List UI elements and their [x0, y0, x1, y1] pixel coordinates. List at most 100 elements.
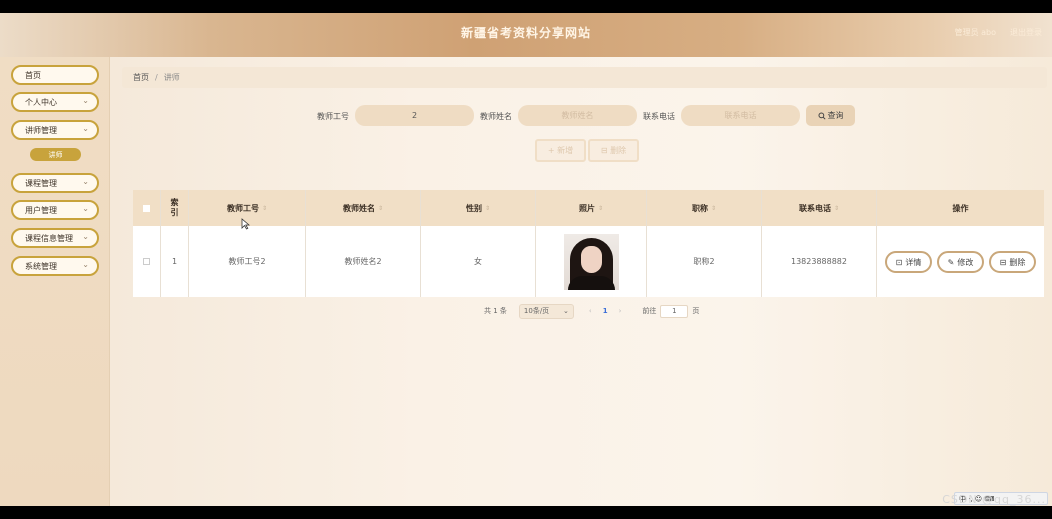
teacher-photo[interactable]: [563, 233, 619, 290]
row-select-cell: [133, 226, 161, 297]
sidebar-item-label: 用户管理: [25, 205, 57, 215]
edit-button[interactable]: ✎ 修改: [937, 251, 984, 273]
search-form: 教师工号 2 教师姓名 教师姓名 联系电话 联系电话 查询: [122, 105, 1047, 127]
sidebar-item-label: 个人中心: [25, 97, 57, 107]
sort-icon: ⇕: [710, 204, 717, 212]
header-user-area: 管理员 abo 退出登录: [955, 27, 1042, 38]
sidebar-item-personal-center[interactable]: 个人中心 ⌄: [11, 92, 99, 112]
sort-icon: ⇕: [261, 204, 268, 212]
sidebar-item-course-management[interactable]: 课程管理 ⌄: [11, 173, 99, 193]
teacher-id-label: 教师工号: [317, 112, 349, 121]
delete-button[interactable]: ⊟ 删除: [588, 139, 639, 162]
select-all-cell: [133, 190, 161, 226]
chevron-down-icon: ⌄: [82, 177, 89, 186]
page-jump-suffix: 页: [692, 307, 700, 315]
sort-icon: ⇕: [377, 204, 384, 212]
chevron-down-icon: ⌄: [563, 307, 569, 315]
logout-link[interactable]: 退出登录: [1010, 27, 1042, 38]
phone-input[interactable]: 联系电话: [681, 105, 800, 126]
page-jump-input[interactable]: 1: [660, 304, 689, 318]
header-teacher-name-label: 教师姓名: [342, 203, 375, 213]
sidebar-item-system-management[interactable]: 系统管理 ⌄: [11, 256, 99, 276]
sidebar-item-label: 课程信息管理: [25, 233, 73, 243]
detail-button-label: 详情: [905, 257, 922, 267]
header-gender[interactable]: 性别 ⇕: [421, 190, 536, 226]
phone-label: 联系电话: [643, 112, 675, 121]
breadcrumb-separator: /: [155, 73, 158, 82]
screen-letterbox-bottom: [0, 506, 1052, 519]
cell-teacher-id: 教师工号2: [189, 226, 306, 297]
add-button[interactable]: + 新增: [535, 139, 586, 162]
cell-photo: [536, 226, 647, 297]
cell-phone: 13823888882: [762, 226, 877, 297]
pagination: 共 1 条 10条/页 ⌄ ‹ 1 › 前往 1 页: [484, 303, 699, 319]
search-icon: [817, 111, 826, 120]
row-delete-button-label: 删除: [1009, 257, 1026, 267]
breadcrumb-current: 讲师: [163, 73, 180, 82]
page-size-value: 10条/页: [523, 307, 550, 315]
photo-body: [567, 275, 615, 290]
cell-teacher-name: 教师姓名2: [306, 226, 421, 297]
detail-icon: ⊡: [895, 257, 903, 267]
screen-letterbox-top: [0, 0, 1052, 13]
sort-icon: ⇕: [597, 204, 604, 212]
breadcrumb-home[interactable]: 首页: [133, 72, 149, 83]
sidebar-item-label: 首页: [25, 70, 41, 80]
breadcrumb: 首页 / 讲师: [122, 67, 1047, 88]
page-number-current[interactable]: 1: [603, 307, 608, 315]
header-index: 索引: [161, 190, 189, 226]
detail-button[interactable]: ⊡ 详情: [885, 251, 932, 273]
next-page-button[interactable]: ›: [619, 307, 622, 315]
row-checkbox[interactable]: [143, 258, 150, 265]
header-phone[interactable]: 联系电话 ⇕: [762, 190, 877, 226]
table-header-row: 索引 教师工号 ⇕ 教师姓名 ⇕ 性别 ⇕ 照片 ⇕ 职称 ⇕ 联系电话 ⇕ 操…: [133, 190, 1044, 226]
page-jump: 前往 1 页: [642, 304, 700, 318]
sort-icon: ⇕: [484, 204, 491, 212]
header-title[interactable]: 职称 ⇕: [647, 190, 762, 226]
header-photo[interactable]: 照片 ⇕: [536, 190, 647, 226]
current-user-label: 管理员 abo: [954, 28, 996, 37]
trash-icon: ⊟: [999, 257, 1007, 267]
chevron-down-icon: ⌄: [82, 232, 89, 241]
teacher-name-label: 教师姓名: [480, 112, 512, 121]
search-button[interactable]: 查询: [806, 105, 855, 126]
row-delete-button[interactable]: ⊟ 删除: [989, 251, 1036, 273]
main-content: 首页 / 讲师 教师工号 2 教师姓名 教师姓名 联系电话 联系电话 查询 + …: [122, 62, 1052, 506]
header-teacher-name[interactable]: 教师姓名 ⇕: [306, 190, 421, 226]
app-header: 新疆省考资料分享网站 管理员 abo 退出登录: [0, 13, 1052, 57]
chevron-down-icon: ⌄: [82, 96, 89, 105]
cell-index: 1: [161, 226, 189, 297]
site-title: 新疆省考资料分享网站: [460, 26, 591, 40]
sidebar-item-lecturer-management[interactable]: 讲师管理 ⌄: [11, 120, 99, 140]
sidebar-item-label: 系统管理: [25, 261, 57, 271]
sidebar-item-label: 课程管理: [25, 178, 57, 188]
teacher-id-input[interactable]: 2: [355, 105, 474, 126]
sidebar-item-home[interactable]: 首页: [11, 65, 99, 85]
search-button-label: 查询: [827, 111, 844, 120]
app-stage: 新疆省考资料分享网站 管理员 abo 退出登录 首页 个人中心 ⌄ 讲师管理 ⌄…: [0, 13, 1052, 506]
prev-page-button[interactable]: ‹: [589, 307, 592, 315]
chevron-down-icon: ⌄: [82, 124, 89, 133]
chevron-down-icon: ⌄: [82, 260, 89, 269]
action-toolbar: + 新增 ⊟ 删除: [122, 139, 1047, 162]
header-phone-label: 联系电话: [798, 203, 831, 213]
mouse-cursor-icon: [241, 218, 251, 233]
edit-button-label: 修改: [957, 257, 974, 267]
sidebar-item-course-info-management[interactable]: 课程信息管理 ⌄: [11, 228, 99, 248]
sidebar-item-user-management[interactable]: 用户管理 ⌄: [11, 200, 99, 220]
header-gender-label: 性别: [465, 203, 482, 213]
sidebar-subitem-lecturer[interactable]: 讲师: [30, 148, 81, 161]
page-size-select[interactable]: 10条/页 ⌄: [518, 303, 574, 319]
header-photo-label: 照片: [578, 203, 595, 213]
header-operation: 操作: [952, 203, 969, 213]
chevron-down-icon: ⌄: [82, 204, 89, 213]
photo-face: [580, 245, 602, 273]
select-all-checkbox[interactable]: [143, 204, 150, 212]
cell-gender: 女: [421, 226, 536, 297]
teacher-name-input[interactable]: 教师姓名: [518, 105, 637, 126]
sidebar-item-label: 讲师管理: [25, 125, 57, 135]
pagination-total: 共 1 条: [484, 307, 507, 315]
edit-icon: ✎: [947, 257, 955, 267]
page-jump-label: 前往: [642, 307, 657, 315]
table-row: 1 教师工号2 教师姓名2 女 职称2 13823888882 ⊡ 详情 ✎ 修…: [133, 226, 1044, 297]
